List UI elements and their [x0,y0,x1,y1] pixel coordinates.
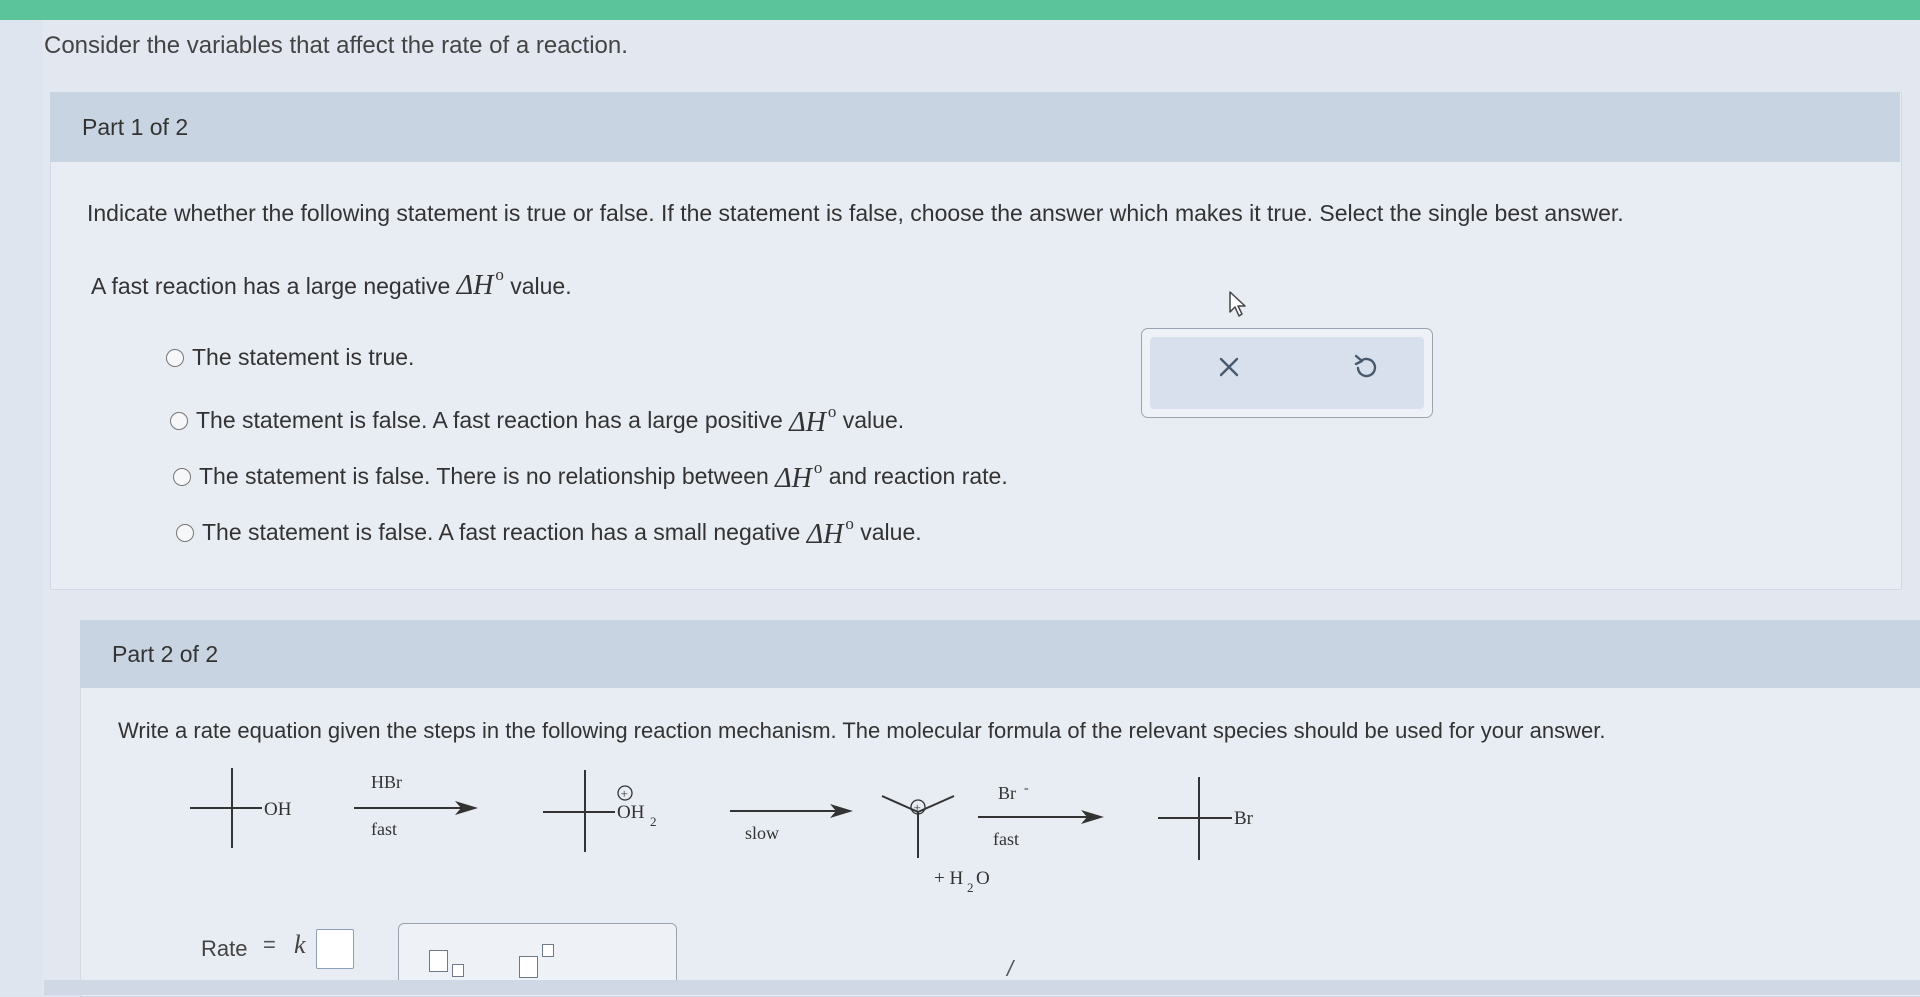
part1-header-label: Part 1 of 2 [82,113,189,140]
part1-instructions: Indicate whether the following statement… [87,200,1624,226]
delta-h-symbol: ΔH o [789,402,837,438]
radio-button[interactable] [173,467,191,486]
left-margin [0,20,42,995]
close-x-icon [1219,357,1239,377]
rate-constant-k: k [294,930,306,959]
undo-icon [1354,354,1377,378]
option-label-after: and reaction rate. [828,463,1008,489]
statement-text-before: A fast reaction has a large negative [91,273,451,299]
subscript-small-box-icon [452,964,464,977]
option-label: The statement is true. [192,344,415,370]
superscript-base-box-icon [519,956,538,978]
rate-label: Rate [201,936,248,961]
part1-statement: A fast reaction has a large negative ΔH o… [91,265,572,302]
option-small-negative[interactable]: The statement is false. A fast reaction … [176,514,922,551]
subscript-button[interactable] [429,946,471,978]
radio-button[interactable] [170,411,188,430]
mouse-cursor-icon [1229,291,1246,317]
part2-header-label: Part 2 of 2 [112,640,219,667]
undo-button[interactable] [1350,351,1382,383]
statement-text-after: value. [510,273,572,299]
option-label-before: The statement is false. A fast reaction … [202,519,801,545]
radio-button[interactable] [166,348,184,367]
equals-sign: = [263,932,276,957]
question-intro: Consider the variables that affect the r… [44,32,628,59]
part2-header: Part 2 of 2 [80,620,1920,688]
superscript-small-box-icon [542,944,554,957]
subscript-base-box-icon [429,950,448,972]
tool-tray [1150,337,1424,409]
option-large-positive[interactable]: The statement is false. A fast reaction … [170,402,904,439]
delta-h-symbol: ΔH o [775,458,823,494]
radio-button[interactable] [176,523,194,542]
option-label-before: The statement is false. A fast reaction … [196,407,783,433]
clear-button[interactable] [1213,351,1245,383]
option-label-after: value. [842,407,905,433]
option-no-relationship[interactable]: The statement is false. There is no rela… [173,458,1008,495]
part2-instructions: Write a rate equation given the steps in… [118,718,1606,743]
text-cursor-mark: / [1007,956,1014,981]
part1-header: Part 1 of 2 [50,92,1900,162]
option-label-before: The statement is false. There is no rela… [199,463,769,489]
option-true[interactable]: The statement is true. [166,344,414,371]
option-label-after: value. [860,519,922,545]
delta-h-symbol: ΔH o [456,265,504,301]
superscript-button[interactable] [519,944,561,978]
delta-h-symbol: ΔH o [806,514,854,550]
answer-tools [1141,328,1433,418]
bottom-strip [44,980,1920,995]
rate-answer-input[interactable] [316,929,354,969]
top-accent-bar [0,0,1920,20]
